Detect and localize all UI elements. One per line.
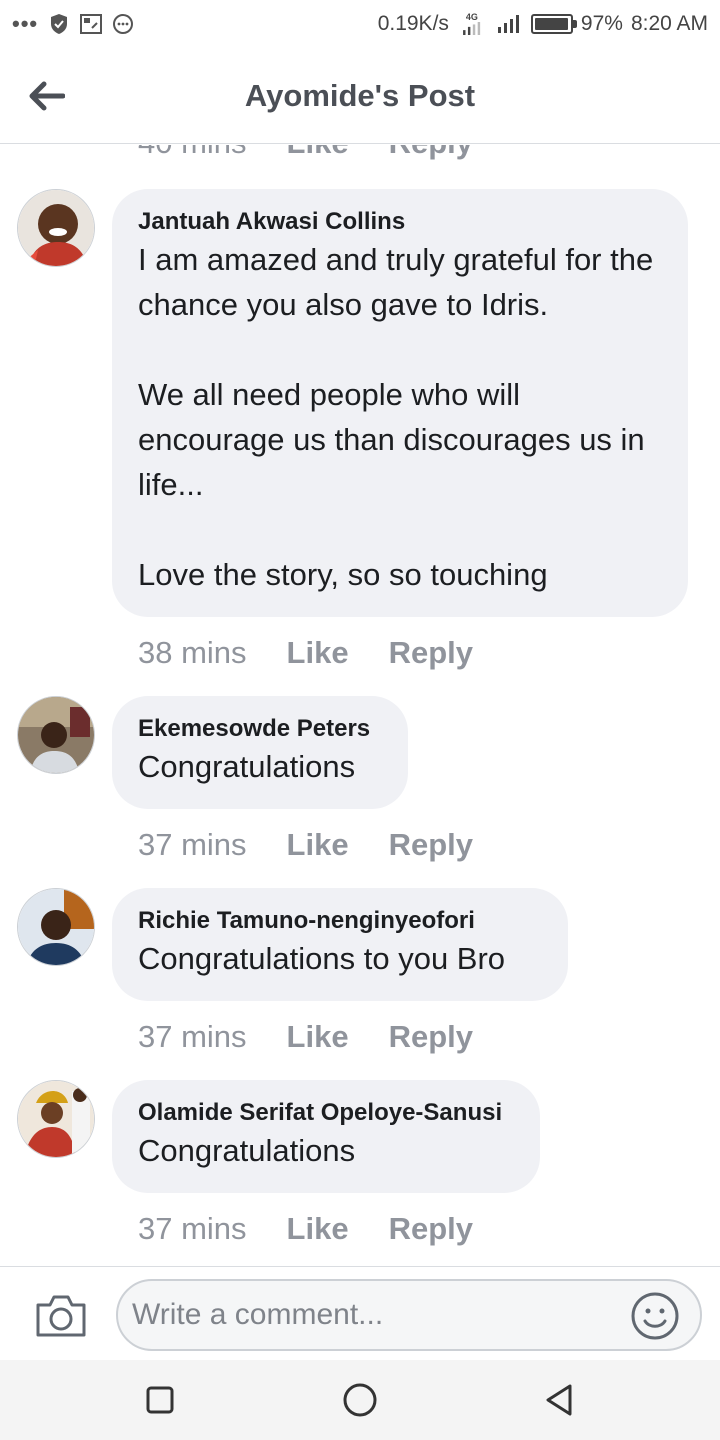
message-icon [112, 13, 134, 35]
smiley-icon [631, 1292, 679, 1340]
comment-meta: 37 mins Like Reply [138, 1209, 473, 1249]
camera-icon [36, 1295, 86, 1337]
comment-bubble[interactable]: Ekemesowde Peters Congratulations [112, 696, 408, 809]
like-button[interactable]: Like [287, 633, 349, 673]
status-right: 0.19K/s 4G 97% 8:20 AM [378, 12, 708, 36]
circle-icon [343, 1383, 377, 1417]
home-button[interactable] [340, 1380, 380, 1420]
comment-bubble[interactable]: Richie Tamuno-nenginyeofori Congratulati… [112, 888, 568, 1001]
battery-level [534, 18, 568, 30]
system-nav-bar [0, 1360, 720, 1440]
clock: 8:20 AM [630, 12, 708, 35]
more-dots: ••• [12, 11, 39, 36]
comment-author[interactable]: Ekemesowde Peters [138, 714, 382, 744]
comment-time: 37 mins [138, 1019, 247, 1054]
comment-meta: 37 mins Like Reply [138, 1017, 473, 1057]
comment-text: Congratulations [138, 1133, 356, 1168]
comment-bubble[interactable]: Olamide Serifat Opeloye-Sanusi Congratul… [112, 1080, 540, 1193]
triangle-back-icon [546, 1384, 572, 1416]
comment-author[interactable]: Olamide Serifat Opeloye-Sanusi [138, 1098, 514, 1128]
reply-button[interactable]: Reply [389, 145, 473, 163]
like-button[interactable]: Like [287, 825, 349, 865]
like-button[interactable]: Like [287, 1017, 349, 1057]
comment-meta: 37 mins Like Reply [138, 825, 473, 865]
page-title: Ayomide's Post [244, 78, 476, 113]
system-back-button[interactable] [540, 1380, 580, 1420]
comment-bubble[interactable]: Jantuah Akwasi Collins I am amazed and t… [112, 189, 688, 617]
comments-list: 40 mins Like Reply Jantuah Akwasi Collin… [0, 145, 720, 1265]
avatar[interactable] [17, 1080, 95, 1158]
comment-meta: 38 mins Like Reply [138, 633, 473, 673]
battery-percent: 97% [580, 12, 623, 35]
reply-button[interactable]: Reply [389, 1017, 473, 1057]
like-button[interactable]: Like [287, 1209, 349, 1249]
network-speed: 0.19K/s [377, 12, 449, 35]
comment-time: 37 mins [138, 827, 247, 862]
post-header: Ayomide's Post [0, 48, 720, 144]
comment-time: 40 mins [138, 145, 247, 163]
signal-4g-icon: 4G [457, 13, 487, 35]
comment-text: Congratulations to you Bro [138, 941, 506, 976]
status-left: ••• [12, 11, 134, 37]
comment-time: 38 mins [138, 635, 247, 670]
comment-composer [0, 1266, 720, 1360]
comment-text: Congratulations [138, 749, 356, 784]
reply-button[interactable]: Reply [389, 633, 473, 673]
comment-text: I am amazed and truly grateful for the c… [138, 242, 654, 592]
reply-button[interactable]: Reply [389, 1209, 473, 1249]
avatar[interactable] [17, 888, 95, 966]
signal-bars-icon [495, 13, 523, 35]
comment-input[interactable] [116, 1279, 702, 1351]
comment-author[interactable]: Jantuah Akwasi Collins [138, 207, 662, 237]
shield-icon [48, 13, 70, 35]
comment-time: 37 mins [138, 1211, 247, 1246]
camera-button[interactable] [34, 1291, 88, 1339]
emoji-button[interactable] [630, 1291, 680, 1341]
status-bar: ••• 0.19K/s 4G 97% 8:20 AM [0, 0, 720, 48]
avatar[interactable] [17, 696, 95, 774]
screen-cast-icon [80, 13, 103, 35]
like-button[interactable]: Like [287, 145, 349, 163]
recents-button[interactable] [140, 1380, 180, 1420]
network-type: 4G [465, 12, 478, 22]
battery-icon [530, 14, 577, 34]
avatar[interactable] [17, 189, 95, 267]
comment-author[interactable]: Richie Tamuno-nenginyeofori [138, 906, 542, 936]
reply-button[interactable]: Reply [389, 825, 473, 865]
partial-comment-meta: 40 mins Like Reply [138, 145, 473, 163]
square-icon [146, 1386, 174, 1414]
